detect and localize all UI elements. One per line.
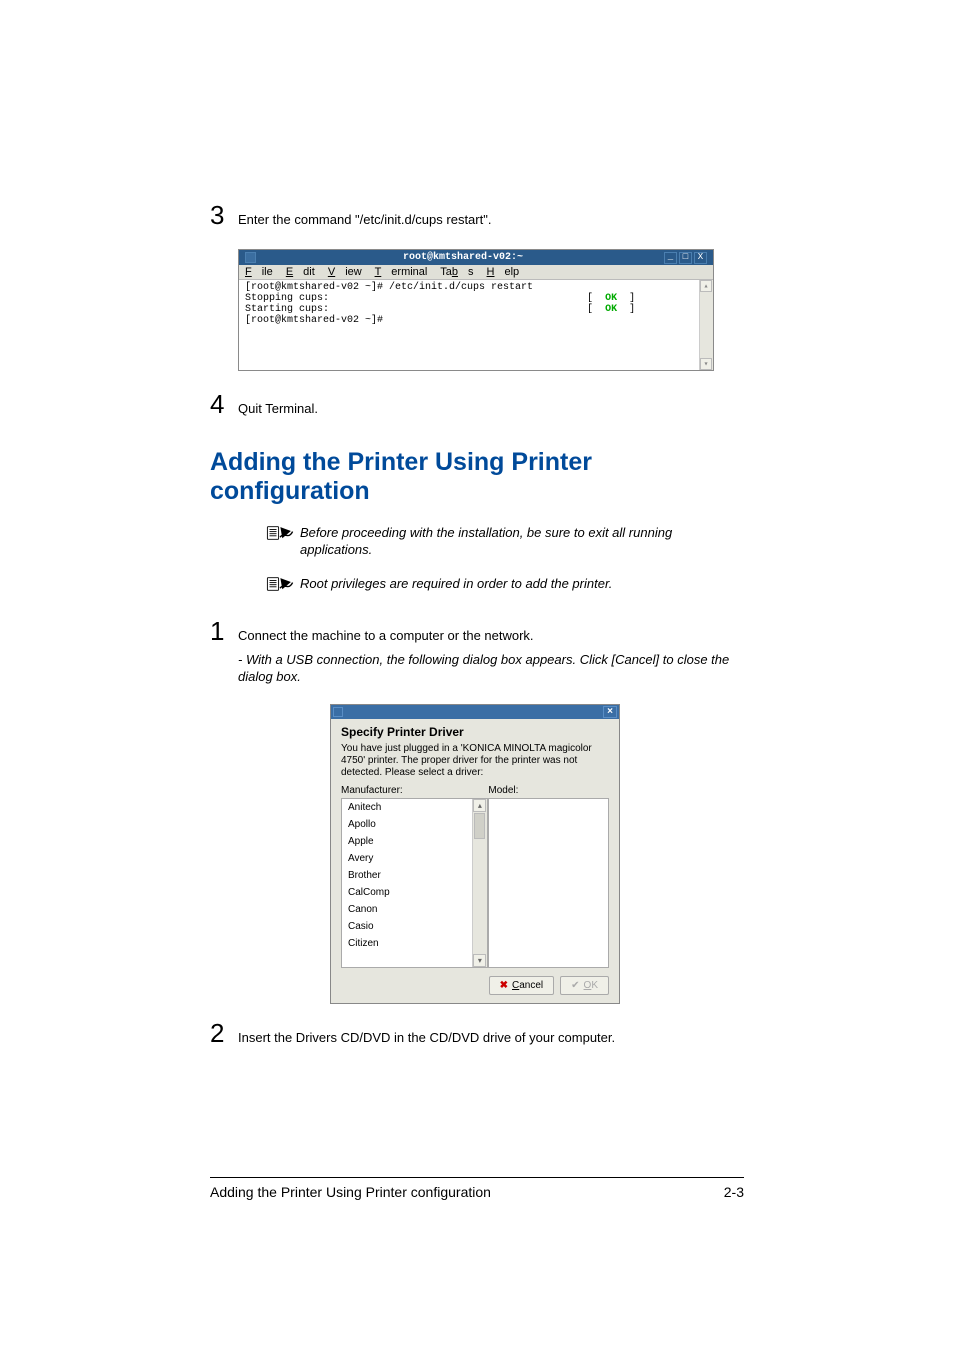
scroll-down-icon: ▾ — [473, 954, 486, 967]
cancel-button: ✖ Cancel — [489, 976, 555, 995]
model-label: Model: — [488, 785, 609, 796]
terminal-line-3: Starting cups: [ OK ] — [245, 304, 707, 315]
note-icon — [266, 522, 300, 559]
step-1-text: Connect the machine to a computer or the… — [238, 622, 744, 643]
ok-button: ✔ OK — [560, 976, 609, 995]
terminal-scrollbar: ▴ ▾ — [699, 280, 713, 370]
page-footer: Adding the Printer Using Printer configu… — [210, 1177, 744, 1200]
step-1: 1 Connect the machine to a computer or t… — [210, 616, 744, 686]
list-item: Apple — [342, 833, 487, 850]
list-item: Brother — [342, 867, 487, 884]
driver-dialog-screenshot: × Specify Printer Driver You have just p… — [330, 704, 744, 1004]
step-3-text: Enter the command "/etc/init.d/cups rest… — [238, 206, 744, 227]
note-2-text: Root privileges are required in order to… — [300, 573, 612, 598]
step-4-number: 4 — [210, 389, 238, 420]
menu-edit: Edit — [286, 266, 315, 278]
step-1-number: 1 — [210, 616, 238, 647]
ok-button-label: OK — [584, 980, 598, 991]
list-item: Citizen — [342, 935, 487, 952]
terminal-line-2: Stopping cups: [ OK ] — [245, 293, 707, 304]
terminal-title: root@kmtshared-v02:~ — [262, 252, 664, 263]
note-1-text: Before proceeding with the installation,… — [300, 522, 744, 559]
cancel-x-icon: ✖ — [500, 980, 508, 991]
list-item: Anitech — [342, 799, 487, 816]
list-item: Apollo — [342, 816, 487, 833]
terminal-line-1: [root@kmtshared-v02 ~]# /etc/init.d/cups… — [245, 282, 707, 293]
dialog-description: You have just plugged in a 'KONICA MINOL… — [331, 743, 619, 785]
note-root-priv: Root privileges are required in order to… — [266, 573, 744, 598]
dialog-close-icon: × — [603, 706, 617, 718]
terminal-menubar: File Edit View Terminal Tabs Help — [239, 265, 713, 280]
terminal-line-4: [root@kmtshared-v02 ~]# — [245, 315, 707, 326]
dialog-title-icon — [333, 707, 343, 717]
scroll-down-icon: ▾ — [700, 358, 712, 370]
menu-help: Help — [487, 266, 520, 278]
list-item: CalComp — [342, 884, 487, 901]
manufacturer-list: Anitech Apollo Apple Avery Brother CalCo… — [341, 798, 488, 968]
step-4-text: Quit Terminal. — [238, 395, 744, 416]
section-heading: Adding the Printer Using Printer configu… — [210, 448, 744, 506]
terminal-title-icon — [245, 252, 256, 263]
step-1-subtext: - With a USB connection, the following d… — [238, 651, 744, 686]
step-3-number: 3 — [210, 200, 238, 231]
ok-check-icon: ✔ — [571, 980, 579, 991]
terminal-body: [root@kmtshared-v02 ~]# /etc/init.d/cups… — [239, 280, 713, 370]
menu-file: File — [245, 266, 273, 278]
dialog-titlebar: × — [331, 705, 619, 719]
list-item: Casio — [342, 918, 487, 935]
footer-left: Adding the Printer Using Printer configu… — [210, 1184, 491, 1200]
menu-terminal: Terminal — [375, 266, 428, 278]
list-item: Canon — [342, 901, 487, 918]
terminal-titlebar: root@kmtshared-v02:~ _ □ X — [239, 250, 713, 265]
list-scrollbar: ▴ ▾ — [472, 799, 487, 967]
close-icon: X — [694, 252, 707, 264]
menu-view: View — [328, 266, 362, 278]
scroll-thumb — [474, 813, 485, 839]
step-4: 4 Quit Terminal. — [210, 389, 744, 420]
footer-right: 2-3 — [724, 1184, 744, 1200]
model-list — [488, 798, 609, 968]
step-2-text: Insert the Drivers CD/DVD in the CD/DVD … — [238, 1024, 744, 1045]
step-2-number: 2 — [210, 1018, 238, 1049]
scroll-up-icon: ▴ — [473, 799, 486, 812]
step-3: 3 Enter the command "/etc/init.d/cups re… — [210, 200, 744, 231]
note-exit-apps: Before proceeding with the installation,… — [266, 522, 744, 559]
note-icon — [266, 573, 300, 598]
minimize-icon: _ — [664, 252, 677, 264]
list-item: Avery — [342, 850, 487, 867]
maximize-icon: □ — [679, 252, 692, 264]
scroll-up-icon: ▴ — [700, 280, 712, 292]
menu-tabs: Tabs — [440, 266, 473, 278]
cancel-button-label: Cancel — [512, 980, 543, 991]
dialog-heading: Specify Printer Driver — [331, 719, 619, 743]
terminal-screenshot: root@kmtshared-v02:~ _ □ X File Edit Vie… — [238, 249, 714, 371]
manufacturer-label: Manufacturer: — [341, 785, 488, 796]
step-2: 2 Insert the Drivers CD/DVD in the CD/DV… — [210, 1018, 744, 1049]
